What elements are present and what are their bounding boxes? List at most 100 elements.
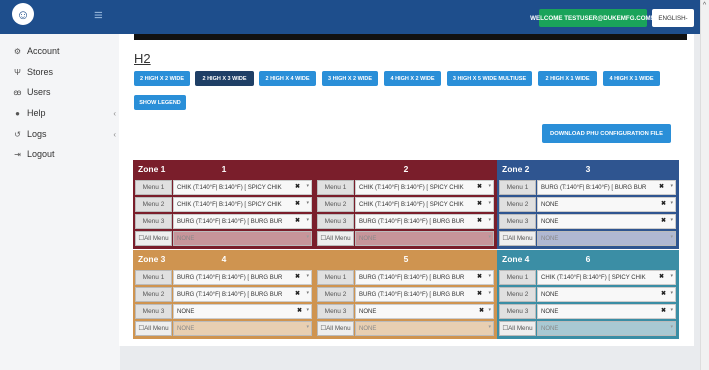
clear-icon[interactable]: ✖ xyxy=(661,200,666,207)
all-menu-select[interactable]: NONE xyxy=(537,321,676,336)
clear-icon[interactable]: ✖ xyxy=(295,183,300,190)
all-menu-row: ☐All Menu NONE ▾ xyxy=(135,231,312,246)
sidebar-item-account[interactable]: ⚙ Account xyxy=(12,44,112,58)
layout-button-2x4[interactable]: 2 HIGH X 4 WIDE xyxy=(259,71,316,86)
chevron-down-icon[interactable]: ▾ xyxy=(306,307,309,313)
all-menu-select[interactable]: NONE xyxy=(355,231,494,246)
clear-icon[interactable]: ✖ xyxy=(661,307,666,314)
scroll-up-icon[interactable]: ^ xyxy=(701,2,708,9)
chef-logo-icon[interactable]: ☺ xyxy=(12,3,34,25)
sidebar-item-help[interactable]: ● Help ‹ xyxy=(12,106,116,120)
clear-icon[interactable]: ✖ xyxy=(659,183,664,190)
sidebar-item-stores[interactable]: Ψ Stores xyxy=(12,65,112,79)
sidebar-item-label: Stores xyxy=(27,67,54,77)
chevron-down-icon[interactable]: ▾ xyxy=(488,273,491,279)
all-menu-select[interactable]: NONE xyxy=(355,321,494,336)
clear-icon[interactable]: ✖ xyxy=(477,273,482,280)
clear-icon[interactable]: ✖ xyxy=(661,217,666,224)
menu-select[interactable]: BURG (T:140°F| B:140°F) [ BURG BUR xyxy=(173,287,312,302)
menu-select[interactable]: CHIK (T:140°F| B:140°F) [ SPICY CHIK xyxy=(355,197,494,212)
menu-select[interactable]: NONE xyxy=(537,304,676,319)
all-menu-select[interactable]: NONE xyxy=(173,231,312,246)
menu-select[interactable]: NONE xyxy=(355,304,494,319)
all-menu-checkbox[interactable]: ☐All Menu xyxy=(135,231,172,246)
chevron-down-icon[interactable]: ▾ xyxy=(306,200,309,206)
chevron-down-icon[interactable]: ▾ xyxy=(670,234,673,240)
chevron-down-icon[interactable]: ▾ xyxy=(488,290,491,296)
layout-button-4x2[interactable]: 4 HIGH X 2 WIDE xyxy=(384,71,441,86)
all-menu-checkbox[interactable]: ☐All Menu xyxy=(317,321,354,336)
menu-select[interactable]: BURG (T:140°F| B:140°F) [ BURG BUR xyxy=(173,270,312,285)
menu-row: Menu 3 NONE ✖ ▾ xyxy=(135,304,312,319)
menu-toggle-icon[interactable]: ≡ xyxy=(94,8,103,23)
menu-select[interactable]: NONE xyxy=(537,287,676,302)
layout-button-4x1[interactable]: 4 HIGH X 1 WIDE xyxy=(603,71,660,86)
menu-select[interactable]: CHIK (T:140°F| B:140°F) [ SPICY CHIK xyxy=(173,180,312,195)
layout-button-2x2[interactable]: 2 HIGH X 2 WIDE xyxy=(134,71,190,86)
chevron-down-icon[interactable]: ▾ xyxy=(670,324,673,330)
menu-select[interactable]: CHIK (T:140°F| B:140°F) [ SPICY CHIK xyxy=(355,180,494,195)
menu-select[interactable]: NONE xyxy=(173,304,312,319)
clear-icon[interactable]: ✖ xyxy=(297,307,302,314)
chevron-down-icon[interactable]: ▾ xyxy=(670,290,673,296)
all-menu-checkbox[interactable]: ☐All Menu xyxy=(135,321,172,336)
clear-icon[interactable]: ✖ xyxy=(477,290,482,297)
chevron-down-icon[interactable]: ▾ xyxy=(488,307,491,313)
layout-button-2x1[interactable]: 2 HIGH X 1 WIDE xyxy=(538,71,597,86)
chevron-down-icon[interactable]: ▾ xyxy=(670,183,673,189)
chevron-down-icon[interactable]: ▾ xyxy=(488,200,491,206)
show-legend-button[interactable]: SHOW LEGEND xyxy=(134,95,186,110)
all-menu-row: ☐All Menu NONE ▾ xyxy=(317,321,494,336)
chevron-down-icon[interactable]: ▾ xyxy=(488,217,491,223)
layout-button-2x3[interactable]: 2 HIGH X 3 WIDE xyxy=(195,71,254,86)
chevron-down-icon[interactable]: ▾ xyxy=(306,290,309,296)
chevron-down-icon[interactable]: ▾ xyxy=(670,273,673,279)
menu-select[interactable]: BURG (T:140°F| B:140°F) [ BURG BUR xyxy=(537,180,676,195)
chevron-down-icon[interactable]: ▾ xyxy=(488,324,491,330)
all-menu-checkbox[interactable]: ☐All Menu xyxy=(499,231,536,246)
menu-select[interactable]: CHIK (T:140°F| B:140°F) [ SPICY CHIK xyxy=(173,197,312,212)
user-menu-button[interactable]: WELCOME TESTUSER@DUKEMFG.COM!▾ xyxy=(530,9,656,27)
clear-icon[interactable]: ✖ xyxy=(295,273,300,280)
chevron-down-icon[interactable]: ▾ xyxy=(306,324,309,330)
clear-icon[interactable]: ✖ xyxy=(661,290,666,297)
all-menu-select[interactable]: NONE xyxy=(537,231,676,246)
sidebar-item-users[interactable]: ꙭ Users xyxy=(12,85,112,99)
clear-icon[interactable]: ✖ xyxy=(477,200,482,207)
chevron-down-icon[interactable]: ▾ xyxy=(670,217,673,223)
chevron-down-icon[interactable]: ▾ xyxy=(306,217,309,223)
menu-select[interactable]: NONE xyxy=(537,197,676,212)
menu-label: Menu 3 xyxy=(135,214,172,229)
sidebar-item-logs[interactable]: ↺ Logs ‹ xyxy=(12,127,116,141)
chevron-down-icon[interactable]: ▾ xyxy=(488,183,491,189)
layout-button-3x5-multiuse[interactable]: 3 HIGH X 5 WIDE MULTIUSE xyxy=(447,71,532,86)
chevron-down-icon[interactable]: ▾ xyxy=(670,307,673,313)
clear-icon[interactable]: ✖ xyxy=(477,183,482,190)
clear-icon[interactable]: ✖ xyxy=(295,290,300,297)
menu-select[interactable]: CHIK (T:140°F| B:140°F) [ SPICY CHIK xyxy=(537,270,676,285)
all-menu-select[interactable]: NONE xyxy=(173,321,312,336)
chevron-down-icon[interactable]: ▾ xyxy=(670,200,673,206)
language-select[interactable]: ENGLISH- xyxy=(652,9,694,27)
clear-icon[interactable]: ✖ xyxy=(479,307,484,314)
clear-icon[interactable]: ✖ xyxy=(295,217,300,224)
all-menu-checkbox[interactable]: ☐All Menu xyxy=(317,231,354,246)
clear-icon[interactable]: ✖ xyxy=(477,217,482,224)
menu-select[interactable]: BURG (T:140°F| B:140°F) [ BURG BUR xyxy=(355,270,494,285)
sidebar-item-logout[interactable]: ⇥ Logout xyxy=(12,147,112,161)
menu-select[interactable]: BURG (T:140°F| B:140°F) [ BURG BUR xyxy=(355,287,494,302)
chevron-down-icon[interactable]: ▾ xyxy=(488,234,491,240)
download-config-button[interactable]: DOWNLOAD PHU CONFIGURATION FILE xyxy=(542,124,671,143)
chevron-down-icon[interactable]: ▾ xyxy=(306,234,309,240)
all-menu-checkbox[interactable]: ☐All Menu xyxy=(499,321,536,336)
menu-row: Menu 2 CHIK (T:140°F| B:140°F) [ SPICY CH… xyxy=(135,197,312,212)
chevron-down-icon[interactable]: ▾ xyxy=(306,273,309,279)
menu-select[interactable]: NONE xyxy=(537,214,676,229)
page-scrollbar[interactable]: ^ xyxy=(700,0,709,370)
menu-select[interactable]: BURG (T:140°F| B:140°F) [ BURG BUR xyxy=(355,214,494,229)
menu-select[interactable]: BURG (T:140°F| B:140°F) [ BURG BUR xyxy=(173,214,312,229)
layout-button-3x2[interactable]: 3 HIGH X 2 WIDE xyxy=(322,71,378,86)
clear-icon[interactable]: ✖ xyxy=(295,200,300,207)
chevron-down-icon[interactable]: ▾ xyxy=(306,183,309,189)
clear-icon[interactable]: ✖ xyxy=(659,273,664,280)
